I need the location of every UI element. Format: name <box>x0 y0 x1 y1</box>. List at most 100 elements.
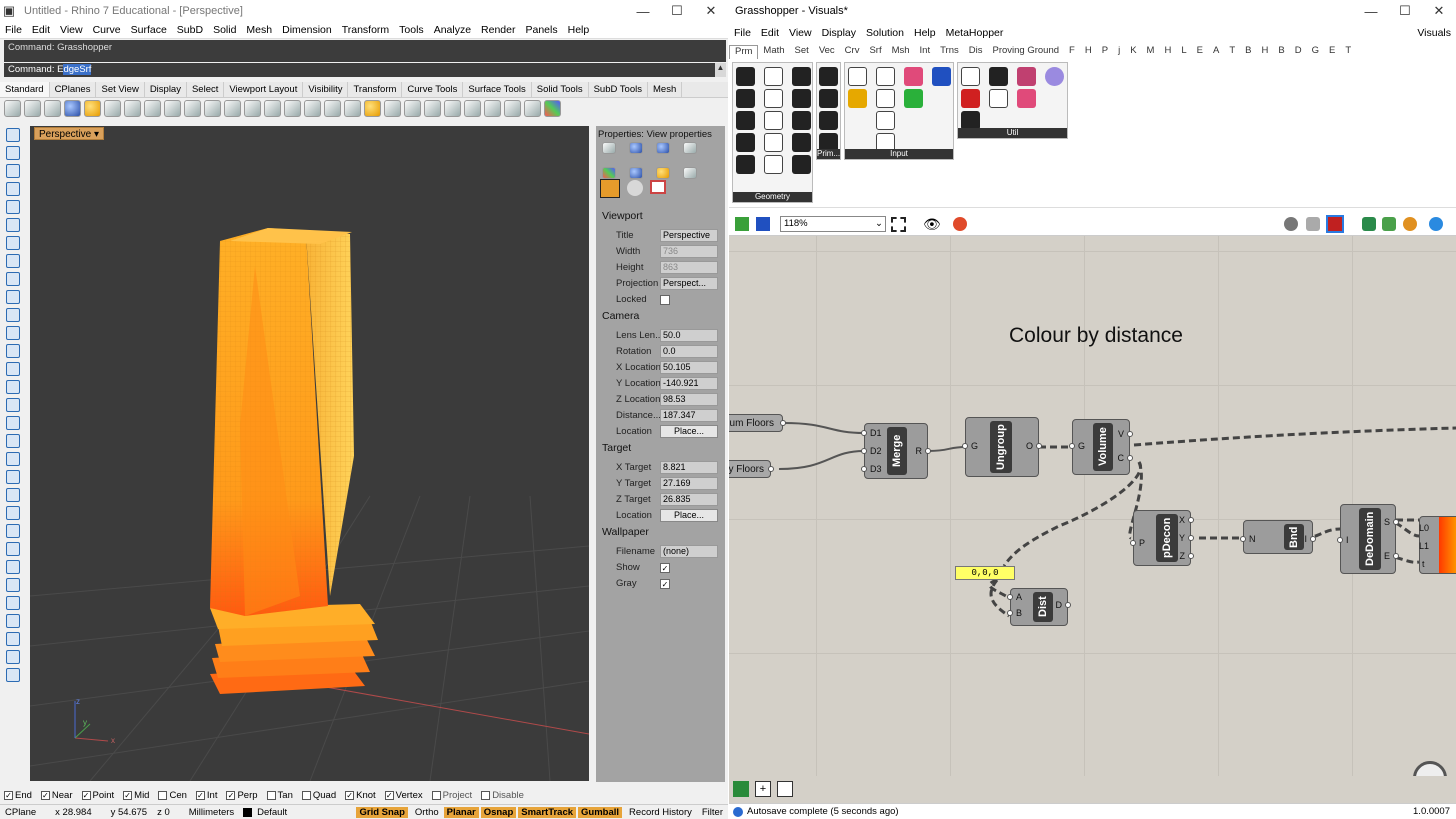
fruit-icon[interactable] <box>1017 67 1036 86</box>
menu-view[interactable]: View <box>55 24 88 36</box>
menu-dimension[interactable]: Dimension <box>277 24 337 36</box>
gh-minimize-icon[interactable]: — <box>1354 4 1388 19</box>
colour-swatch-icon[interactable] <box>904 67 923 86</box>
light-icon[interactable] <box>344 100 361 117</box>
toggle-osnap[interactable]: Osnap <box>480 806 517 818</box>
osnap-cen[interactable]: Cen <box>158 790 187 801</box>
gh-tab-t-28[interactable]: T <box>1340 45 1356 59</box>
box-param-icon[interactable] <box>792 67 811 86</box>
cylinder-icon[interactable] <box>6 398 20 412</box>
circle-param-icon[interactable] <box>819 67 838 86</box>
gh-tab-srf-5[interactable]: Srf <box>864 45 886 59</box>
menu-curve[interactable]: Curve <box>88 24 126 36</box>
scale-icon[interactable] <box>6 524 20 538</box>
place-button[interactable]: Place... <box>660 509 718 522</box>
layer-icon[interactable] <box>424 100 441 117</box>
gh-tab-msh-6[interactable]: Msh <box>887 45 915 59</box>
gh-tab-proving-ground-10[interactable]: Proving Ground <box>988 45 1065 59</box>
gh-tab-vec-3[interactable]: Vec <box>814 45 840 59</box>
toolbar-tab-curve-tools[interactable]: Curve Tools <box>402 82 464 97</box>
color-grid-icon[interactable] <box>544 100 561 117</box>
viewport-icon[interactable] <box>284 100 301 117</box>
sphere-blue-icon[interactable] <box>64 100 81 117</box>
checkbox-locked[interactable] <box>660 294 670 305</box>
toolbar-tab-subd-tools[interactable]: SubD Tools <box>589 82 648 97</box>
ellipse-icon[interactable] <box>6 272 20 286</box>
ungroup-output-o[interactable]: O <box>1026 441 1033 451</box>
component-bnd[interactable]: Bnd N I <box>1240 520 1316 554</box>
block-icon[interactable] <box>6 614 20 628</box>
dedomain-output-s[interactable]: S <box>1384 517 1390 527</box>
toolbar-tab-cplanes[interactable]: CPlanes <box>50 82 97 97</box>
rectangle-param-icon[interactable] <box>736 155 755 174</box>
arctic-icon[interactable] <box>184 100 201 117</box>
file-input-icon[interactable] <box>932 67 951 86</box>
curve-param-icon[interactable] <box>764 89 783 108</box>
filter-icon[interactable] <box>524 100 541 117</box>
component-dist[interactable]: Dist A B D <box>1007 588 1071 626</box>
gh-tab-math-1[interactable]: Math <box>758 45 789 59</box>
gh-menu-file[interactable]: File <box>729 27 756 39</box>
array-icon[interactable] <box>6 560 20 574</box>
field-param-icon[interactable] <box>764 155 783 174</box>
gh-tab-a-20[interactable]: A <box>1208 45 1224 59</box>
circle-param-icon-a[interactable] <box>764 67 783 86</box>
layer-label[interactable]: Default <box>252 807 356 818</box>
gh-menu-solution[interactable]: Solution <box>861 27 909 39</box>
osnap-point[interactable]: ✓ Point <box>81 790 114 801</box>
volume-output-v[interactable]: V <box>1118 429 1124 439</box>
osnap-vertex[interactable]: ✓ Vertex <box>384 790 423 801</box>
sketch-icon[interactable] <box>953 217 967 231</box>
line-icon[interactable] <box>6 164 20 178</box>
value-distance[interactable]: 187.347 <box>660 409 718 422</box>
brep-param-icon[interactable] <box>792 89 811 108</box>
value-z-location[interactable]: 98.53 <box>660 393 718 406</box>
dedomain-output-e[interactable]: E <box>1384 551 1390 561</box>
sketch-tool-icon[interactable] <box>777 781 793 797</box>
value-y-location[interactable]: -140.921 <box>660 377 718 390</box>
text-icon[interactable] <box>6 578 20 592</box>
osnap-mid[interactable]: ✓ Mid <box>123 790 149 801</box>
gh-tab-h-23[interactable]: H <box>1256 45 1273 59</box>
close-icon[interactable]: ✕ <box>694 3 728 19</box>
menu-help[interactable]: Help <box>563 24 595 36</box>
slider-input-icon[interactable] <box>848 89 867 108</box>
dedomain-input-i[interactable]: I <box>1346 535 1349 545</box>
extrude-icon[interactable] <box>6 344 20 358</box>
arrow-right-icon[interactable] <box>989 67 1008 86</box>
toolbar-tab-set-view[interactable]: Set View <box>96 82 145 97</box>
gh-tab-prm-0[interactable]: Prm <box>729 45 759 59</box>
sphere-white-icon[interactable] <box>44 100 61 117</box>
button-input-icon[interactable] <box>876 89 895 108</box>
merge-output-r[interactable]: R <box>916 446 923 456</box>
rectangle-icon[interactable] <box>6 254 20 268</box>
flask-icon[interactable] <box>1017 89 1036 108</box>
osnap-int[interactable]: ✓ Int <box>195 790 217 801</box>
bell-icon[interactable] <box>656 142 670 154</box>
menu-panels[interactable]: Panels <box>521 24 563 36</box>
wallpaper-icon[interactable] <box>650 180 666 194</box>
matrix-input-icon[interactable] <box>904 89 923 108</box>
value-title[interactable]: Perspective <box>660 229 718 242</box>
menu-transform[interactable]: Transform <box>337 24 394 36</box>
menu-tools[interactable]: Tools <box>394 24 429 36</box>
rotate-icon[interactable] <box>6 506 20 520</box>
panel-input-icon[interactable] <box>848 67 867 86</box>
mirror-icon[interactable] <box>6 542 20 556</box>
pipe-icon[interactable] <box>384 100 401 117</box>
viewport-title-tab[interactable]: Perspective ▾ <box>34 127 105 140</box>
checkbox-show[interactable]: ✓ <box>660 562 670 573</box>
perspective-viewport[interactable]: x y z Perspective ▾ <box>30 126 589 781</box>
ghosted-icon[interactable] <box>124 100 141 117</box>
integer-param-icon[interactable] <box>819 89 838 108</box>
select-arrow-icon[interactable] <box>6 128 20 142</box>
plane-param-icon[interactable] <box>736 133 755 152</box>
shield-icon[interactable] <box>656 167 670 179</box>
move-icon[interactable] <box>6 470 20 484</box>
mesh-icon[interactable] <box>6 416 20 430</box>
folder-icon[interactable] <box>602 142 616 154</box>
toggle-record-history[interactable]: Record History <box>624 807 697 818</box>
toolbar-tab-solid-tools[interactable]: Solid Tools <box>532 82 589 97</box>
value-filename[interactable]: (none) <box>660 545 718 558</box>
gradient-component[interactable]: L0 L1 t <box>1419 516 1456 574</box>
